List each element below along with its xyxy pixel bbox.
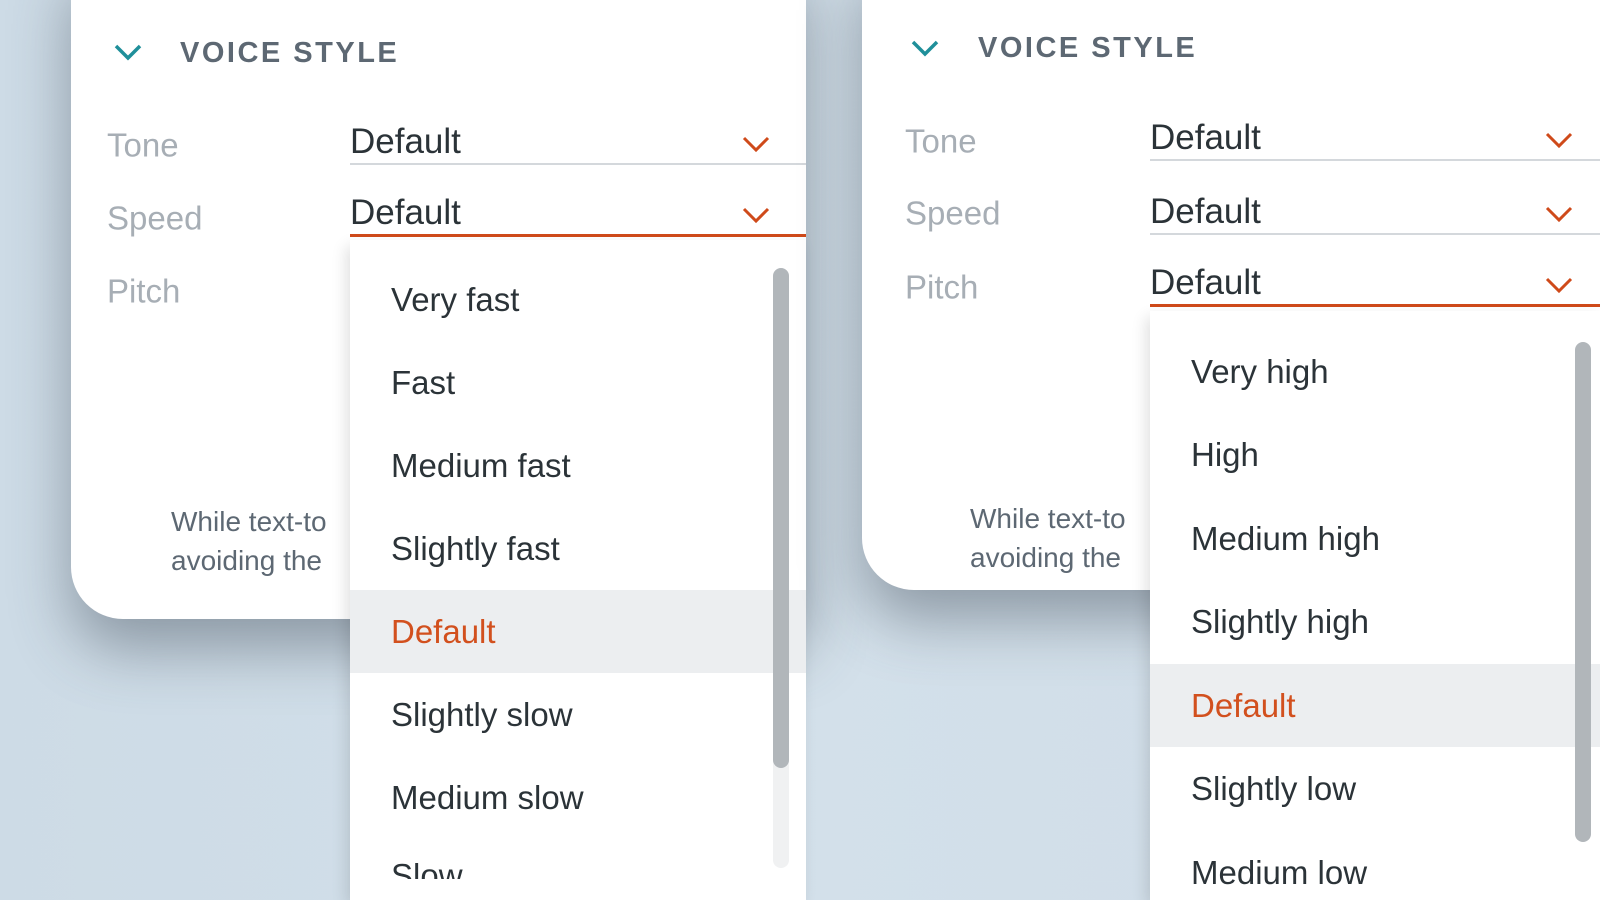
speed-option-medium-slow[interactable]: Medium slow — [350, 756, 806, 839]
speed-option-medium-fast[interactable]: Medium fast — [350, 424, 806, 507]
chevron-down-icon — [742, 207, 770, 224]
footer-line: avoiding the — [171, 545, 323, 576]
speed-value: Default — [350, 193, 461, 232]
pitch-option-high[interactable]: High — [1150, 413, 1600, 496]
pitch-option-slightly-high[interactable]: Slightly high — [1150, 580, 1600, 663]
speed-option-very-fast[interactable]: Very fast — [350, 258, 806, 341]
speed-select[interactable]: Default — [350, 191, 806, 237]
pitch-option-slightly-low[interactable]: Slightly low — [1150, 747, 1600, 830]
pitch-option-default[interactable]: Default — [1150, 664, 1600, 747]
speed-dropdown-menu: Very fast Fast Medium fast Slightly fast… — [350, 240, 806, 900]
pitch-select[interactable]: Default — [1150, 261, 1600, 307]
chevron-down-icon — [1545, 277, 1573, 294]
chevron-down-icon — [742, 136, 770, 153]
footer-text: While text-to avoiding the — [171, 502, 351, 580]
scrollbar-thumb[interactable] — [773, 268, 789, 768]
pitch-label: Pitch — [107, 272, 181, 310]
footer-line: While text-to — [970, 503, 1126, 534]
collapse-chevron-icon[interactable] — [113, 42, 143, 62]
tone-label: Tone — [905, 122, 977, 160]
speed-option-slightly-fast[interactable]: Slightly fast — [350, 507, 806, 590]
speed-option-slightly-slow[interactable]: Slightly slow — [350, 673, 806, 756]
scrollbar-thumb[interactable] — [1575, 342, 1591, 842]
speed-value: Default — [1150, 192, 1261, 231]
speed-option-slow[interactable]: Slow — [350, 839, 806, 879]
chevron-down-icon — [1545, 132, 1573, 149]
footer-line: avoiding the — [970, 542, 1122, 573]
pitch-option-medium-high[interactable]: Medium high — [1150, 497, 1600, 580]
speed-option-default[interactable]: Default — [350, 590, 806, 673]
pitch-label: Pitch — [905, 268, 979, 306]
speed-label: Speed — [905, 194, 1001, 232]
speed-option-fast[interactable]: Fast — [350, 341, 806, 424]
collapse-chevron-icon[interactable] — [910, 38, 940, 58]
speed-select[interactable]: Default — [1150, 189, 1600, 235]
footer-line: While text-to — [171, 506, 327, 537]
section-title: VOICE STYLE — [180, 37, 400, 69]
tone-value: Default — [350, 122, 461, 161]
pitch-option-medium-low[interactable]: Medium low — [1150, 831, 1600, 900]
pitch-value: Default — [1150, 263, 1261, 302]
section-title: VOICE STYLE — [978, 32, 1198, 64]
pitch-dropdown-menu: Very high High Medium high Slightly high… — [1150, 311, 1600, 900]
footer-text: While text-to avoiding the — [970, 499, 1150, 577]
tone-value: Default — [1150, 118, 1261, 157]
tone-select[interactable]: Default — [1150, 115, 1600, 161]
tone-select[interactable]: Default — [350, 119, 806, 165]
tone-label: Tone — [107, 126, 179, 164]
speed-label: Speed — [107, 199, 203, 237]
pitch-option-very-high[interactable]: Very high — [1150, 330, 1600, 413]
chevron-down-icon — [1545, 206, 1573, 223]
